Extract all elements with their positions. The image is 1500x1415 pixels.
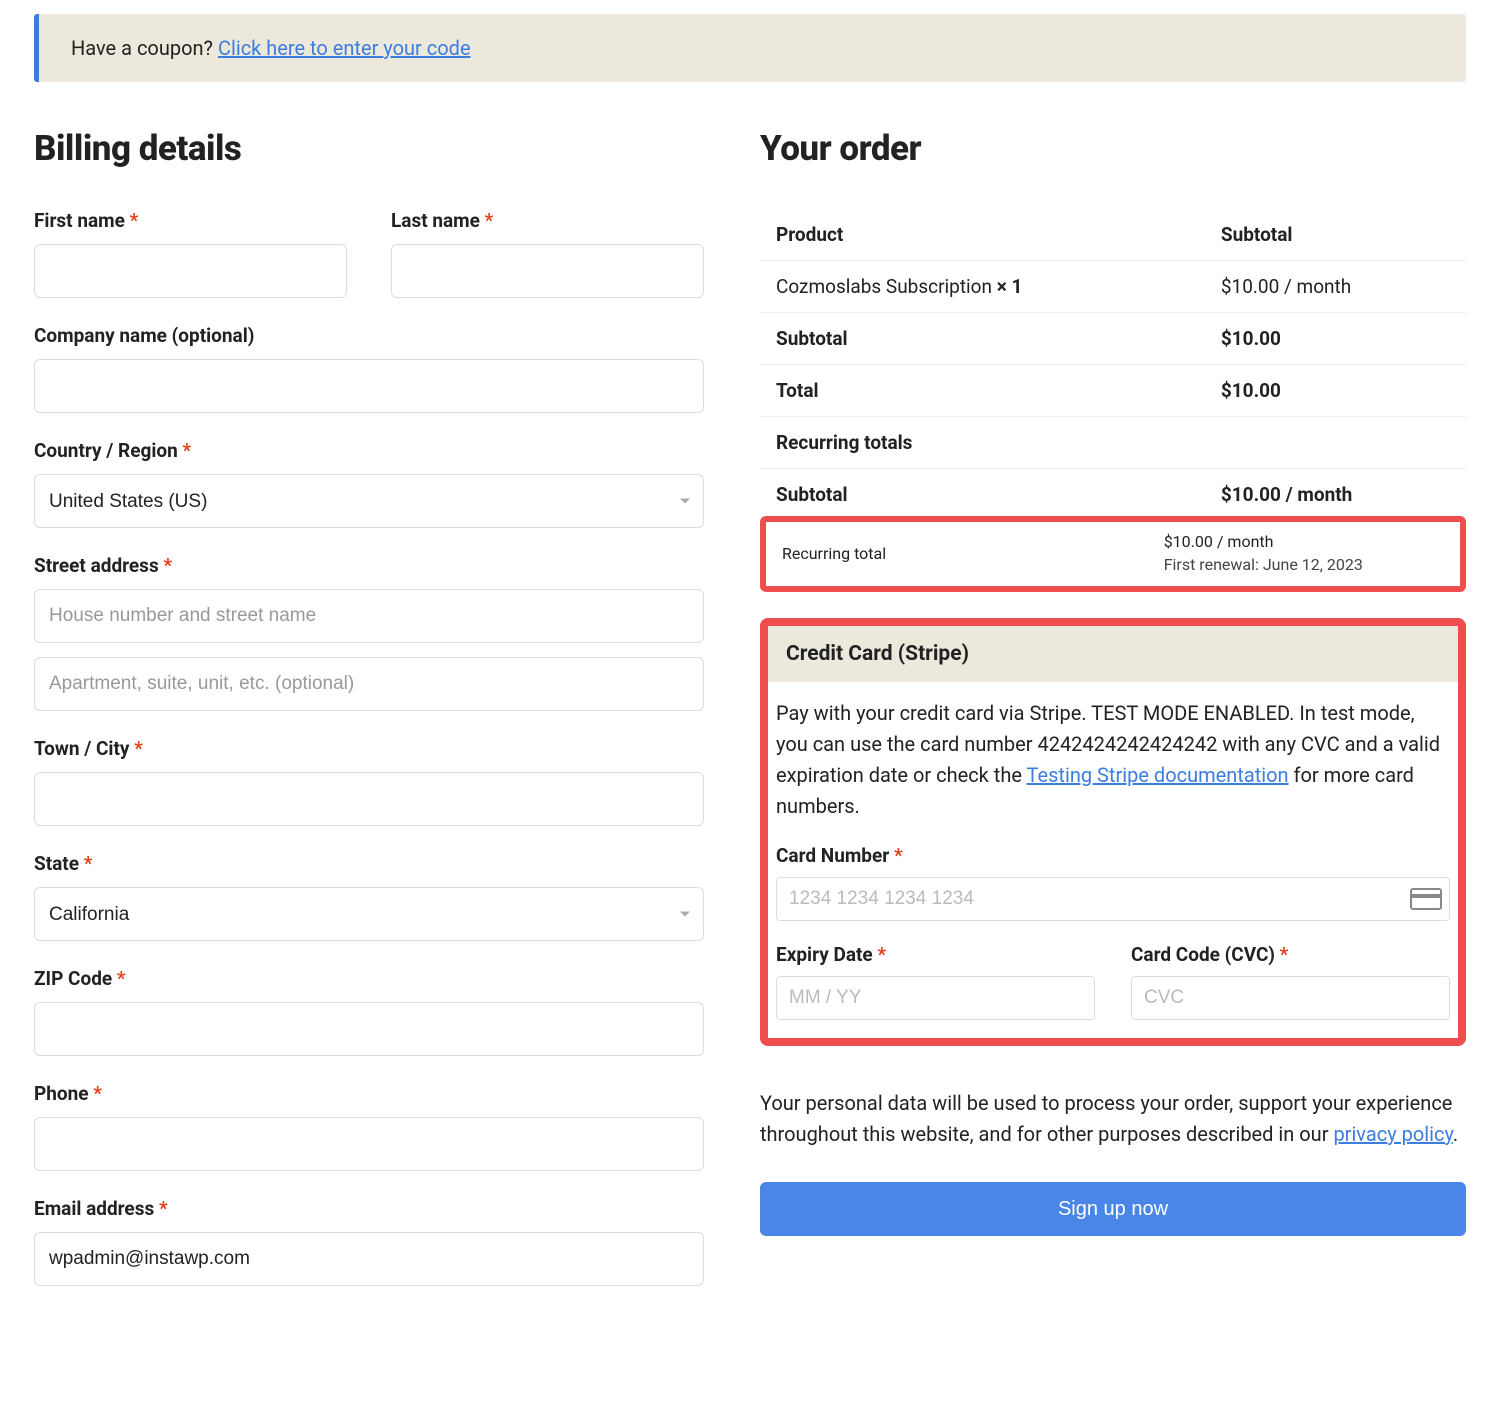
cvc-label: Card Code (CVC) * (1131, 943, 1450, 966)
privacy-notice: Your personal data will be used to proce… (760, 1088, 1466, 1150)
col-subtotal: Subtotal (1205, 209, 1466, 261)
payment-description: Pay with your credit card via Stripe. TE… (768, 682, 1458, 822)
coupon-notice: Have a coupon? Click here to enter your … (34, 14, 1466, 82)
col-product: Product (760, 209, 1205, 261)
email-label: Email address * (34, 1197, 704, 1220)
phone-input[interactable] (34, 1117, 704, 1171)
payment-method-header: Credit Card (Stripe) (768, 626, 1458, 682)
street-label: Street address * (34, 554, 704, 577)
card-number-input[interactable] (776, 877, 1450, 921)
street-address-1-input[interactable] (34, 589, 704, 643)
first-name-label: First name * (34, 209, 347, 232)
email-input[interactable] (34, 1232, 704, 1286)
card-number-label: Card Number * (776, 844, 1450, 867)
country-select[interactable]: United States (US) (34, 474, 704, 528)
city-input[interactable] (34, 772, 704, 826)
recurring-total-highlight: Recurring total $10.00 / month First ren… (760, 516, 1466, 592)
sign-up-button[interactable]: Sign up now (760, 1182, 1466, 1236)
order-line-item: Cozmoslabs Subscription × 1 $10.00 / mon… (760, 261, 1466, 313)
testing-stripe-link[interactable]: Testing Stripe documentation (1027, 763, 1289, 787)
cvc-input[interactable] (1131, 976, 1450, 1020)
expiry-label: Expiry Date * (776, 943, 1095, 966)
street-address-2-input[interactable] (34, 657, 704, 711)
state-label: State * (34, 852, 704, 875)
last-name-label: Last name * (391, 209, 704, 232)
your-order-heading: Your order (760, 128, 1466, 169)
payment-method-highlight: Credit Card (Stripe) Pay with your credi… (760, 618, 1466, 1046)
state-select[interactable]: California (34, 887, 704, 941)
last-name-input[interactable] (391, 244, 704, 298)
privacy-policy-link[interactable]: privacy policy (1333, 1122, 1452, 1146)
expiry-input[interactable] (776, 976, 1095, 1020)
order-summary-table: Product Subtotal Cozmoslabs Subscription… (760, 209, 1466, 520)
city-label: Town / City * (34, 737, 704, 760)
coupon-link[interactable]: Click here to enter your code (218, 36, 471, 60)
company-input[interactable] (34, 359, 704, 413)
zip-input[interactable] (34, 1002, 704, 1056)
company-label: Company name (optional) (34, 324, 704, 347)
coupon-prompt: Have a coupon? (71, 36, 218, 60)
phone-label: Phone * (34, 1082, 704, 1105)
credit-card-icon (1410, 888, 1442, 910)
zip-label: ZIP Code * (34, 967, 704, 990)
billing-details-heading: Billing details (34, 128, 704, 169)
country-label: Country / Region * (34, 439, 704, 462)
first-name-input[interactable] (34, 244, 347, 298)
